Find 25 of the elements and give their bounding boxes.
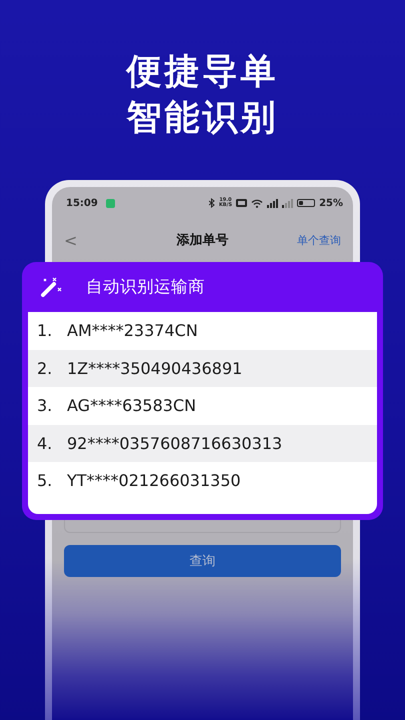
magic-wand-icon [40, 276, 62, 298]
battery-icon [297, 199, 316, 207]
item-number: 4. [37, 434, 54, 453]
tracking-number[interactable]: YT****021266031350 [67, 471, 241, 490]
item-number: 3. [37, 396, 54, 416]
page-title: 添加单号 [176, 232, 230, 249]
tracking-number[interactable]: AM****23374CN [67, 321, 198, 340]
signal-icon [267, 198, 278, 208]
battery-percent: 25% [319, 198, 343, 208]
headline: 便捷导单 [124, 51, 280, 94]
wifi-icon [251, 198, 264, 208]
item-number: 1. [37, 321, 54, 340]
app-icon [106, 198, 115, 208]
tracking-number[interactable]: 92****0357608716630313 [67, 434, 282, 453]
popup-title: 自动识别运输商 [86, 276, 205, 298]
tracking-number[interactable]: 1Z****350490436891 [67, 358, 242, 378]
hd-icon [236, 199, 248, 207]
item-number: 2. [37, 358, 54, 378]
query-button[interactable]: 查询 [64, 545, 341, 577]
status-time: 15:09 [66, 198, 98, 208]
item-number: 5. [37, 471, 54, 490]
signal-icon [282, 198, 294, 208]
bluetooth-icon [208, 198, 215, 208]
headline: 智能识别 [125, 97, 280, 140]
tracking-number[interactable]: AG****63583CN [67, 396, 196, 416]
